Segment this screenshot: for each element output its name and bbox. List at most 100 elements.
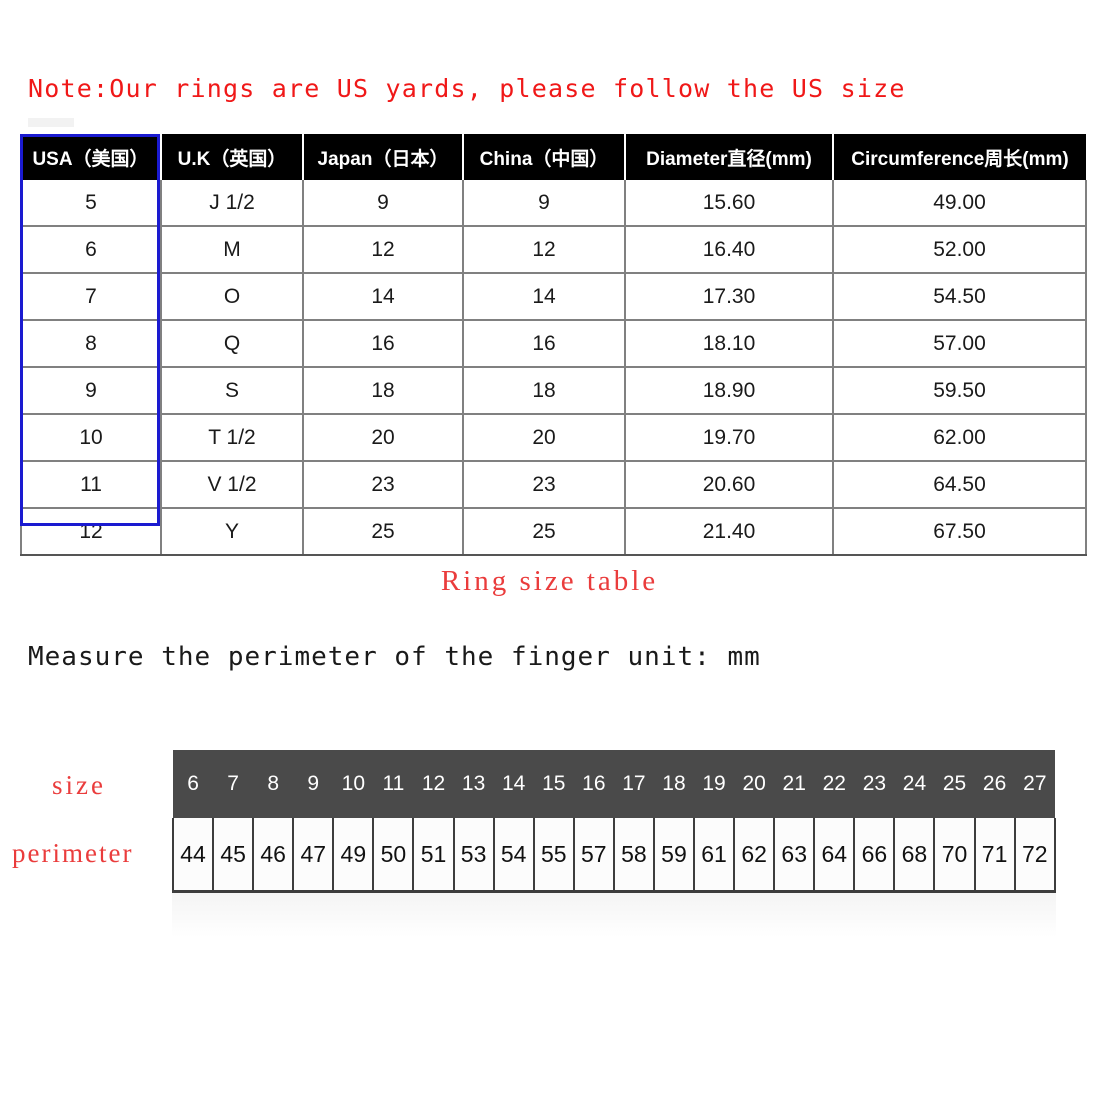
ruler-perimeter-cell: 72	[1014, 818, 1057, 893]
ruler-size-cell: 9	[293, 750, 334, 818]
cell-diameter: 20.60	[625, 461, 834, 509]
ruler-perimeter-cell: 71	[974, 818, 1016, 893]
cell-japan: 16	[303, 320, 464, 368]
cell-usa: 12	[20, 508, 162, 556]
table-row: 6 M 12 12 16.40 52.00	[20, 226, 1087, 274]
ruler-size-row: 6 7 8 9 10 11 12 13 14 15 16 17 18 19 20 21 22 23 24 25 26 27	[173, 750, 1055, 818]
ruler-size-cell: 24	[894, 750, 935, 818]
cell-diameter: 15.60	[625, 180, 834, 227]
cell-japan: 12	[303, 226, 464, 274]
cell-china: 20	[463, 414, 626, 462]
cell-china: 14	[463, 273, 626, 321]
ruler-perimeter-cell: 55	[533, 818, 575, 893]
table-row: 11 V 1/2 23 23 20.60 64.50	[20, 461, 1087, 509]
cell-uk: J 1/2	[161, 180, 304, 227]
cell-usa: 10	[20, 414, 162, 462]
cell-china: 23	[463, 461, 626, 509]
cell-usa: 6	[20, 226, 162, 274]
ruler-size-cell: 15	[533, 750, 574, 818]
cell-circumference: 67.50	[833, 508, 1087, 556]
ruler-perimeter-cell: 44	[171, 818, 215, 893]
cell-circumference: 49.00	[833, 180, 1087, 227]
ruler-container: 6 7 8 9 10 11 12 13 14 15 16 17 18 19 20 21 22 23 24 25 26 27…	[171, 750, 1057, 893]
column-header-circumference: Circumference周长(mm)	[833, 134, 1086, 180]
scan-artifact	[28, 118, 74, 127]
column-header-china: China（中国）	[463, 134, 626, 180]
ruler-perimeter-cell: 70	[934, 818, 976, 893]
cell-china: 25	[463, 508, 626, 556]
cell-uk: O	[161, 273, 304, 321]
ruler-size-label: size	[52, 770, 106, 800]
note-text: Note:Our rings are US yards, please foll…	[28, 74, 906, 103]
cell-diameter: 16.40	[625, 226, 834, 274]
cell-usa: 11	[20, 461, 162, 509]
ruler-size-cell: 10	[333, 750, 374, 818]
ruler-size-cell: 13	[453, 750, 494, 818]
ruler-perimeter-cell: 66	[854, 818, 896, 893]
ruler-size-cell: 19	[694, 750, 735, 818]
ruler-table: 6 7 8 9 10 11 12 13 14 15 16 17 18 19 20 21 22 23 24 25 26 27…	[171, 750, 1057, 893]
cell-circumference: 54.50	[833, 273, 1087, 321]
ruler-size-cell: 20	[734, 750, 775, 818]
cell-uk: Q	[161, 320, 304, 368]
ruler-perimeter-cell: 63	[774, 818, 816, 893]
ruler-size-cell: 22	[814, 750, 855, 818]
ruler-perimeter-cell: 49	[333, 818, 375, 893]
ruler-size-cell: 7	[213, 750, 254, 818]
ruler-perimeter-cell: 54	[493, 818, 535, 893]
table-row: 8 Q 16 16 18.10 57.00	[20, 320, 1087, 368]
cell-circumference: 57.00	[833, 320, 1087, 368]
cell-usa: 5	[20, 180, 162, 227]
cell-usa: 8	[20, 320, 162, 368]
cell-circumference: 59.50	[833, 367, 1087, 415]
cell-circumference: 64.50	[833, 461, 1087, 509]
ruler-perimeter-cell: 51	[413, 818, 455, 893]
cell-china: 16	[463, 320, 626, 368]
ruler-perimeter-cell: 61	[694, 818, 736, 893]
ruler-perimeter-cell: 46	[253, 818, 295, 893]
table-row: 12 Y 25 25 21.40 67.50	[20, 508, 1087, 556]
ruler-perimeter-cell: 68	[894, 818, 936, 893]
ruler-size-cell: 8	[253, 750, 294, 818]
ring-size-table-caption: Ring size table	[440, 565, 659, 597]
measure-instruction-text: Measure the perimeter of the finger unit…	[28, 642, 761, 672]
cell-china: 12	[463, 226, 626, 274]
column-header-uk: U.K（英国）	[161, 134, 304, 180]
ruler-size-cell: 12	[413, 750, 454, 818]
cell-japan: 9	[303, 180, 464, 227]
ruler-perimeter-cell: 58	[613, 818, 655, 893]
table-header-row: USA（美国） U.K（英国） Japan（日本） China（中国） Diam…	[21, 134, 1086, 180]
ruler-perimeter-cell: 64	[814, 818, 856, 893]
column-header-usa: USA（美国）	[21, 134, 162, 180]
cell-china: 18	[463, 367, 626, 415]
ruler-size-cell: 18	[653, 750, 695, 818]
cell-usa: 9	[20, 367, 162, 415]
ruler-size-cell: 26	[974, 750, 1015, 818]
ruler-perimeter-cell: 62	[734, 818, 776, 893]
cell-diameter: 18.10	[625, 320, 834, 368]
table-row: 10 T 1/2 20 20 19.70 62.00	[20, 414, 1087, 462]
ruler-size-cell: 14	[493, 750, 534, 818]
table-row: 5 J 1/2 9 9 15.60 49.00	[20, 180, 1087, 227]
cell-uk: V 1/2	[161, 461, 304, 509]
cell-uk: M	[161, 226, 304, 274]
ruler-perimeter-cell: 57	[573, 818, 615, 893]
ruler-size-cell: 23	[854, 750, 895, 818]
ruler-size-cell: 21	[774, 750, 815, 818]
ruler-perimeter-label: perimeter	[12, 838, 134, 868]
column-header-japan: Japan（日本）	[303, 134, 464, 180]
ring-size-table-body: 5 J 1/2 9 9 15.60 49.00 6 M 12 12 16.40 …	[20, 180, 1087, 556]
cell-japan: 14	[303, 273, 464, 321]
table-row: 7 O 14 14 17.30 54.50	[20, 273, 1087, 321]
cell-japan: 23	[303, 461, 464, 509]
ruler-size-cell: 16	[573, 750, 614, 818]
ruler-size-cell: 6	[173, 750, 214, 818]
cell-uk: T 1/2	[161, 414, 304, 462]
cell-diameter: 19.70	[625, 414, 834, 462]
ruler-size-cell: 27	[1014, 750, 1055, 818]
cell-uk: Y	[161, 508, 304, 556]
table-row: 9 S 18 18 18.90 59.50	[20, 367, 1087, 415]
cell-diameter: 17.30	[625, 273, 834, 321]
ruler-size-cell: 25	[934, 750, 975, 818]
ruler-perimeter-cell: 45	[213, 818, 255, 893]
